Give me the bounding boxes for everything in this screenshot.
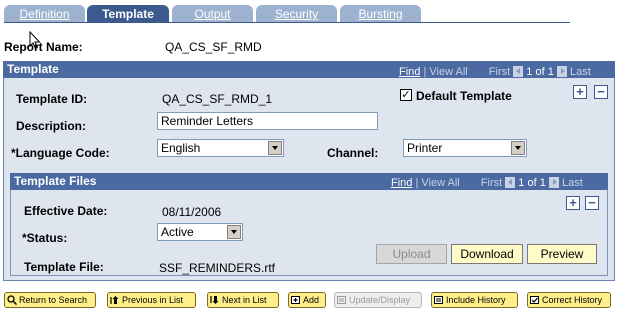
report-name-label: Report Name: (4, 40, 83, 54)
chevron-down-icon[interactable] (227, 225, 241, 239)
template-id-value: QA_CS_SF_RMD_1 (162, 92, 273, 106)
channel-label: Channel: (327, 146, 379, 160)
return-to-search-label: Return to Search (19, 295, 88, 305)
add-label: Add (303, 295, 320, 305)
template-files-add-row-button[interactable]: + (566, 196, 580, 210)
template-panel-nav: Find | View All First 1 of 1 Last (399, 65, 591, 78)
tab-security-label: Security (274, 7, 319, 21)
add-button[interactable]: Add (288, 292, 326, 308)
template-files-find-link[interactable]: Find (391, 177, 412, 189)
template-remove-row-button[interactable]: − (594, 85, 608, 99)
status-select[interactable]: Active (157, 223, 243, 241)
template-files-counter: 1 of 1 (518, 177, 546, 189)
template-files-last-label: Last (561, 177, 583, 189)
preview-button[interactable]: Preview (527, 244, 597, 264)
arrow-down-list-icon (210, 295, 219, 304)
template-file-value: SSF_REMINDERS.rtf (159, 261, 276, 275)
tab-output-label: Output (194, 7, 231, 21)
include-history-label: Include History (446, 295, 506, 305)
include-history-icon (434, 295, 443, 304)
arrow-up-list-icon (110, 295, 119, 304)
template-file-label: Template File: (24, 260, 104, 274)
next-in-list-button[interactable]: Next in List (207, 292, 279, 308)
tab-security[interactable]: Security (256, 5, 337, 23)
template-first-label: First (488, 66, 511, 78)
template-files-next-arrow-icon[interactable] (548, 176, 559, 188)
status-label: *Status: (22, 231, 68, 245)
template-counter: 1 of 1 (526, 66, 554, 78)
description-label: Description: (16, 119, 87, 133)
description-value: Reminder Letters (161, 114, 254, 128)
chevron-down-icon[interactable] (268, 141, 282, 155)
report-name-value: QA_CS_SF_RMD (165, 40, 262, 54)
template-id-label: Template ID: (16, 92, 88, 106)
update-display-button[interactable]: Update/Display (334, 292, 422, 308)
template-find-link[interactable]: Find (399, 66, 420, 78)
update-display-label: Update/Display (349, 295, 411, 305)
tab-template-label: Template (102, 7, 154, 21)
add-icon (291, 295, 300, 304)
correct-history-button[interactable]: Correct History (527, 292, 611, 308)
update-display-icon (337, 295, 346, 304)
language-code-value: English (161, 141, 201, 155)
template-files-prev-arrow-icon[interactable] (505, 176, 516, 188)
template-next-arrow-icon[interactable] (556, 65, 567, 77)
channel-value: Printer (407, 141, 443, 155)
return-to-search-button[interactable]: Return to Search (4, 292, 96, 308)
status-value: Active (161, 225, 194, 239)
language-code-label: *Language Code: (11, 146, 110, 160)
template-panel-title: Template (7, 62, 59, 76)
template-add-row-button[interactable]: + (573, 85, 587, 99)
chevron-down-icon[interactable] (511, 141, 525, 155)
channel-select[interactable]: Printer (403, 139, 527, 157)
template-prev-arrow-icon[interactable] (513, 65, 524, 77)
template-last-label: Last (569, 66, 591, 78)
tab-underline (4, 22, 570, 23)
template-files-remove-row-button[interactable]: − (585, 196, 599, 210)
description-input[interactable]: Reminder Letters (157, 112, 378, 130)
template-files-title: Template Files (14, 174, 97, 188)
template-view-all-link: View All (429, 66, 468, 78)
include-history-button[interactable]: Include History (431, 292, 518, 308)
template-files-view-all-link: View All (421, 177, 460, 189)
tab-output[interactable]: Output (172, 5, 253, 23)
default-template-checkbox[interactable]: ✓ (400, 89, 412, 101)
upload-button[interactable]: Upload (376, 244, 447, 264)
default-template-label: Default Template (416, 89, 512, 103)
correct-history-label: Correct History (542, 295, 603, 305)
effective-date-value: 08/11/2006 (162, 205, 222, 219)
download-button[interactable]: Download (451, 244, 523, 264)
tab-definition-label: Definition (19, 7, 70, 21)
template-files-nav: Find | View All First 1 of 1 Last (391, 176, 583, 189)
previous-in-list-button[interactable]: Previous in List (107, 292, 196, 308)
language-code-select[interactable]: English (157, 139, 284, 157)
template-files-first-label: First (480, 177, 503, 189)
previous-in-list-label: Previous in List (122, 295, 184, 305)
correct-history-icon (530, 295, 539, 304)
search-icon (7, 294, 17, 305)
next-in-list-label: Next in List (222, 295, 267, 305)
tab-bursting-label: Bursting (358, 7, 403, 21)
effective-date-label: Effective Date: (24, 204, 108, 218)
tab-definition[interactable]: Definition (4, 5, 85, 23)
tab-bursting[interactable]: Bursting (340, 5, 421, 23)
tab-template[interactable]: Template (87, 5, 169, 23)
